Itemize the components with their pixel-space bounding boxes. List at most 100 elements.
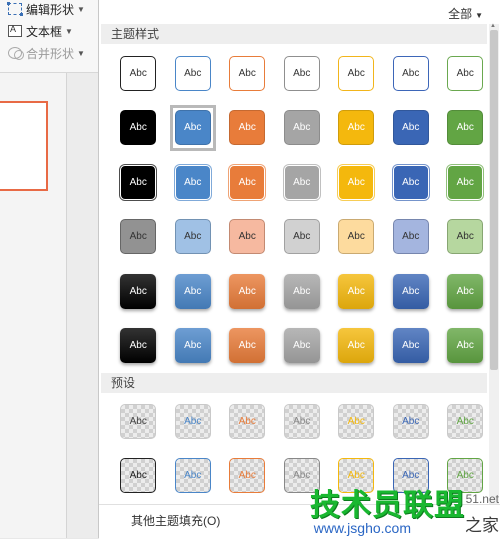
swatch-label: Abc <box>283 55 320 91</box>
document-area <box>0 73 98 538</box>
style-swatch[interactable]: Abc <box>111 46 166 101</box>
style-swatch[interactable]: Abc <box>438 155 493 210</box>
style-swatch[interactable]: Abc <box>111 155 166 210</box>
swatch-label: Abc <box>447 164 484 200</box>
swatch-label: Abc <box>120 403 157 439</box>
swatch-label: Abc <box>229 273 266 309</box>
style-swatch[interactable]: Abc <box>438 394 493 449</box>
style-swatch[interactable]: Abc <box>220 319 275 374</box>
swatch-label: Abc <box>229 458 266 494</box>
section-header-theme: 主题样式 <box>101 24 487 44</box>
style-swatch[interactable]: Abc <box>220 264 275 319</box>
text-box-label: 文本框 <box>26 24 63 39</box>
swatch-label: Abc <box>229 403 266 439</box>
scroll-up-icon[interactable]: ▲ <box>490 23 496 29</box>
style-swatch[interactable]: Abc <box>329 264 384 319</box>
edit-shape-icon <box>7 2 23 16</box>
style-swatch[interactable]: Abc <box>384 394 439 449</box>
swatch-label: Abc <box>120 110 157 146</box>
style-swatch[interactable]: Abc <box>111 394 166 449</box>
style-swatch[interactable]: Abc <box>329 210 384 265</box>
style-swatch[interactable]: Abc <box>329 394 384 449</box>
style-swatch[interactable]: Abc <box>275 394 330 449</box>
swatch-label: Abc <box>174 164 211 200</box>
style-swatch[interactable]: Abc <box>275 46 330 101</box>
merge-shapes-button[interactable]: 合并形状 ▼ <box>8 44 85 62</box>
slide-thumbnail[interactable] <box>0 101 48 191</box>
swatch-label: Abc <box>174 110 211 146</box>
text-box-button[interactable]: 文本框 ▼ <box>8 22 73 40</box>
style-swatch[interactable]: Abc <box>438 101 493 156</box>
style-swatch[interactable]: Abc <box>275 319 330 374</box>
swatch-label: Abc <box>338 273 375 309</box>
swatch-label: Abc <box>229 328 266 364</box>
style-swatch[interactable]: Abc <box>166 449 221 504</box>
style-swatch[interactable]: Abc <box>438 264 493 319</box>
swatch-label: Abc <box>120 219 157 255</box>
style-swatch[interactable]: Abc <box>166 264 221 319</box>
style-swatch[interactable]: Abc <box>275 155 330 210</box>
style-swatch[interactable]: Abc <box>275 101 330 156</box>
style-swatch[interactable]: Abc <box>166 46 221 101</box>
swatch-label: Abc <box>283 403 320 439</box>
style-swatch[interactable]: Abc <box>329 319 384 374</box>
style-swatch[interactable]: Abc <box>329 46 384 101</box>
swatch-label: Abc <box>392 110 429 146</box>
style-swatch[interactable]: Abc <box>220 46 275 101</box>
style-swatch[interactable]: Abc <box>384 101 439 156</box>
style-swatch[interactable]: Abc <box>384 155 439 210</box>
swatch-label: Abc <box>338 110 375 146</box>
style-swatch[interactable]: Abc <box>438 46 493 101</box>
swatch-label: Abc <box>392 164 429 200</box>
swatch-label: Abc <box>120 164 157 200</box>
style-swatch[interactable]: Abc <box>384 210 439 265</box>
swatch-label: Abc <box>447 328 484 364</box>
gallery-scrollbar[interactable]: ▲ <box>489 23 499 514</box>
style-swatch[interactable]: Abc <box>111 449 166 504</box>
filter-label: 全部 <box>448 7 473 21</box>
style-swatch[interactable]: Abc <box>166 210 221 265</box>
ribbon-shape-group: 编辑形状 ▼ 文本框 ▼ 合并形状 ▼ <box>0 0 98 73</box>
style-swatch[interactable]: Abc <box>329 101 384 156</box>
style-swatch[interactable]: Abc <box>166 394 221 449</box>
style-swatch[interactable]: Abc <box>384 264 439 319</box>
swatch-label: Abc <box>120 458 157 494</box>
chevron-down-icon: ▼ <box>77 48 85 58</box>
swatch-label: Abc <box>447 219 484 255</box>
edit-shape-button[interactable]: 编辑形状 ▼ <box>7 0 85 18</box>
style-swatch[interactable]: Abc <box>111 319 166 374</box>
swatch-label: Abc <box>120 55 157 91</box>
swatch-label: Abc <box>447 273 484 309</box>
style-swatch[interactable]: Abc <box>111 210 166 265</box>
style-swatch[interactable]: Abc <box>220 210 275 265</box>
chevron-down-icon: ▼ <box>475 11 483 20</box>
style-swatch[interactable]: Abc <box>220 101 275 156</box>
swatch-label: Abc <box>174 55 211 91</box>
style-swatch[interactable]: Abc <box>438 210 493 265</box>
style-swatch[interactable]: Abc <box>438 319 493 374</box>
style-swatch[interactable]: Abc <box>220 394 275 449</box>
style-swatch[interactable]: Abc <box>384 319 439 374</box>
more-theme-fills-button[interactable]: 其他主题填充(O) <box>131 512 220 529</box>
style-swatch[interactable]: Abc <box>220 155 275 210</box>
swatch-label: Abc <box>283 110 320 146</box>
swatch-label: Abc <box>174 458 211 494</box>
style-swatch[interactable]: Abc <box>275 264 330 319</box>
style-swatch[interactable]: Abc <box>166 101 221 156</box>
watermark-brand: 技术员联盟 <box>310 489 465 522</box>
style-swatch[interactable]: Abc <box>111 264 166 319</box>
style-swatch[interactable]: Abc <box>220 449 275 504</box>
text-box-icon <box>8 24 22 37</box>
style-swatch[interactable]: Abc <box>166 155 221 210</box>
swatch-label: Abc <box>392 328 429 364</box>
style-swatch[interactable]: Abc <box>384 46 439 101</box>
swatch-label: Abc <box>229 110 266 146</box>
style-swatch[interactable]: Abc <box>111 101 166 156</box>
theme-style-grid: Abc Abc Abc Abc Abc Abc Abc Abc Abc Abc Abc Abc Abc A… <box>111 46 484 374</box>
swatch-label: Abc <box>283 273 320 309</box>
scrollbar-thumb[interactable] <box>490 30 498 370</box>
style-swatch[interactable]: Abc <box>275 210 330 265</box>
filter-dropdown[interactable]: 全部 ▼ <box>448 5 483 22</box>
style-swatch[interactable]: Abc <box>329 155 384 210</box>
style-swatch[interactable]: Abc <box>166 319 221 374</box>
